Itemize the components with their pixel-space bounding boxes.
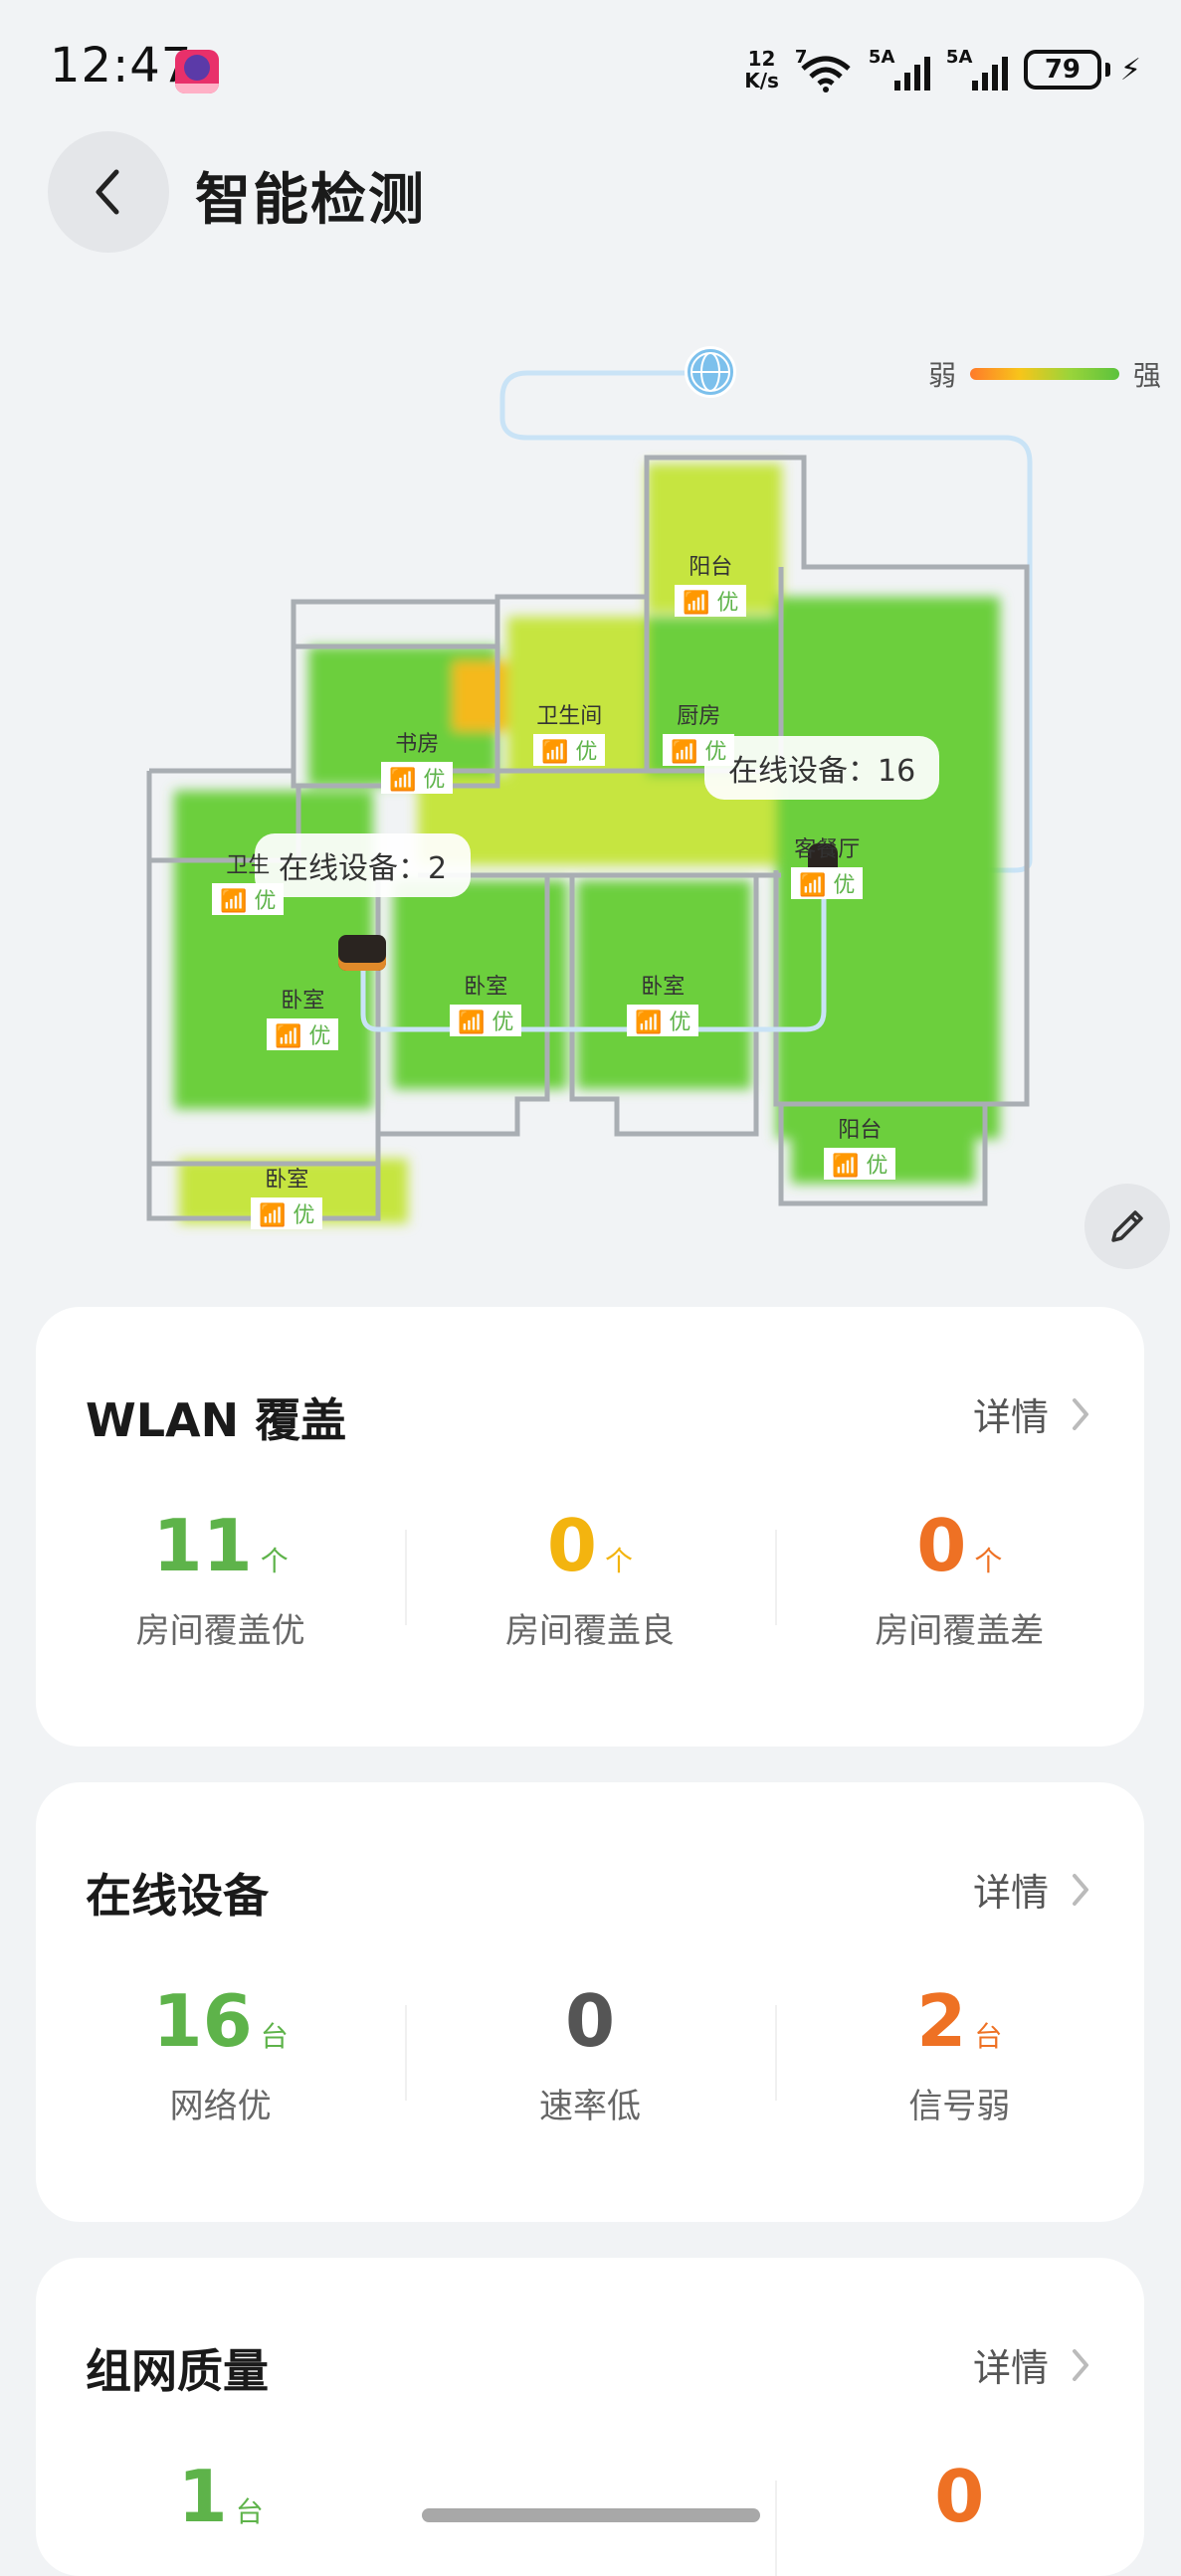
room-label-bedroom-4: 卧室 📶 优 <box>251 1162 323 1229</box>
stat-value: 16 <box>152 1979 253 2063</box>
stat-label: 房间覆盖差 <box>875 1611 1045 1651</box>
stat-label: 房间覆盖优 <box>135 1611 305 1651</box>
status-icons: 12 K/s 7 5A 5A 79 ⚡ <box>744 44 1141 95</box>
room-label-bathroom-2: 卫生 📶 优 <box>212 847 285 915</box>
signal-tag-1: 5A <box>868 47 895 68</box>
stat-label: 房间覆盖良 <box>504 1611 675 1651</box>
stats-row: 1台 0 0 <box>36 2455 1144 2576</box>
detail-label: 详情 <box>972 1395 1049 1439</box>
stat-item[interactable]: 1台 <box>36 2457 405 2536</box>
pencil-icon <box>1111 1210 1143 1242</box>
home-indicator[interactable] <box>422 2508 760 2522</box>
router-icon[interactable] <box>338 935 386 971</box>
chevron-right-icon <box>1073 1873 1088 1906</box>
room-label-balcony-bottom: 阳台 📶 优 <box>824 1112 896 1180</box>
wifi-heatmap[interactable]: 弱 强 在线设备：16 在线设备：2 阳台 📶 优 书房 📶 优 卫生间 📶 优… <box>0 278 1181 1273</box>
callout-text: 在线设备：16 <box>728 754 916 789</box>
signal-badge: 📶 优 <box>627 1005 699 1036</box>
battery-cap <box>1104 63 1110 77</box>
stat-item[interactable]: 2台 信号弱 <box>774 1979 1144 2127</box>
stat-label: 网络优 <box>169 2087 272 2126</box>
net-speed-unit: K/s <box>744 69 779 92</box>
detail-label: 详情 <box>972 1871 1049 1915</box>
floor-plan <box>146 370 1033 1223</box>
signal-badge: 📶 优 <box>663 734 735 766</box>
stat-value: 0 <box>916 1504 967 1587</box>
signal-badge: 📶 优 <box>791 867 864 899</box>
detail-link[interactable]: 详情 <box>973 1386 1092 1441</box>
stat-value: 0 <box>546 1504 598 1587</box>
room-label-living: 客餐厅 📶 优 <box>791 831 864 899</box>
status-time: 12:47 <box>50 38 193 93</box>
detail-label: 详情 <box>972 2346 1049 2390</box>
wifi-icon: 7 <box>795 47 853 92</box>
card-title: 在线设备 <box>86 1869 269 1923</box>
signal-badge: 📶 优 <box>824 1148 896 1180</box>
card-title: WLAN 覆盖 <box>86 1393 347 1447</box>
detail-link[interactable]: 详情 <box>973 1862 1092 1917</box>
online-devices-card: 在线设备 详情 16 台 网络优 0 速率低 2台 信号弱 <box>36 1782 1144 2222</box>
signal-badge: 📶 优 <box>212 883 285 915</box>
signal-icon-2: 5A <box>946 47 1008 92</box>
stat-value: 0 <box>564 1979 616 2063</box>
net-speed: 12 K/s <box>744 48 779 92</box>
page-title: 智能检测 <box>195 168 426 233</box>
callout-text: 在线设备：2 <box>279 851 448 886</box>
room-label-balcony-top: 阳台 📶 优 <box>675 549 747 617</box>
stat-item[interactable]: 0 速率低 <box>405 1981 774 2127</box>
stat-unit: 台 <box>235 2495 264 2528</box>
stat-label: 信号弱 <box>908 2087 1011 2126</box>
signal-tag-2: 5A <box>945 47 973 68</box>
wlan-coverage-card: WLAN 覆盖 详情 11 个 房间覆盖优 0个 房间覆盖良 0个 房间覆盖差 <box>36 1307 1144 1747</box>
device-callout-main[interactable]: 在线设备：16 <box>704 736 940 800</box>
battery-level: 79 <box>1044 55 1082 85</box>
chevron-right-icon <box>1073 1397 1088 1430</box>
card-title: 组网质量 <box>86 2344 269 2398</box>
stat-value: 0 <box>934 2455 985 2538</box>
stat-unit: 个 <box>260 1545 289 1577</box>
signal-badge: 📶 优 <box>381 762 454 794</box>
app-badge-icon <box>175 50 219 93</box>
chevron-right-icon <box>1073 2348 1088 2381</box>
stat-unit: 台 <box>974 2020 1003 2053</box>
signal-badge: 📶 优 <box>251 1197 323 1229</box>
room-label-bathroom: 卫生间 📶 优 <box>533 698 606 766</box>
stat-unit: 台 <box>260 2020 289 2053</box>
back-button[interactable] <box>48 131 169 253</box>
room-label-study: 书房 📶 优 <box>381 726 454 794</box>
signal-badge: 📶 优 <box>675 585 747 617</box>
stat-value: 11 <box>152 1504 253 1587</box>
room-label-bedroom-3: 卧室 📶 优 <box>627 969 699 1036</box>
stat-item[interactable]: 16 台 网络优 <box>36 1981 405 2127</box>
stat-unit: 个 <box>974 1545 1003 1577</box>
chevron-left-icon <box>96 169 119 215</box>
stat-item[interactable]: 11 个 房间覆盖优 <box>36 1506 405 1652</box>
signal-icon: 5A <box>869 47 930 92</box>
detail-link[interactable]: 详情 <box>973 2337 1092 2392</box>
room-label-kitchen: 厨房 📶 优 <box>663 698 735 766</box>
stat-label: 速率低 <box>538 2087 641 2126</box>
network-quality-card: 组网质量 详情 1台 0 0 <box>36 2258 1144 2576</box>
stat-value: 1 <box>177 2455 228 2538</box>
battery-icon: 79 <box>1023 50 1101 90</box>
signal-badge: 📶 优 <box>267 1018 339 1050</box>
status-bar: 12:47 12 K/s 7 5A 5A 79 ⚡ <box>0 0 1181 139</box>
net-speed-value: 12 <box>747 47 776 71</box>
stat-item[interactable]: 0个 房间覆盖良 <box>405 1506 774 1652</box>
stat-value: 2 <box>916 1979 967 2063</box>
stats-row: 16 台 网络优 0 速率低 2台 信号弱 <box>36 1981 1144 2127</box>
device-callout-secondary[interactable]: 在线设备：2 <box>255 833 472 897</box>
room-label-bedroom-1: 卧室 📶 优 <box>267 983 339 1050</box>
charging-icon: ⚡ <box>1119 52 1141 88</box>
stat-item[interactable]: 0个 房间覆盖差 <box>774 1504 1144 1652</box>
globe-icon <box>685 346 736 398</box>
stats-row: 11 个 房间覆盖优 0个 房间覆盖良 0个 房间覆盖差 <box>36 1506 1144 1652</box>
stat-item[interactable]: 0 <box>774 2455 1144 2576</box>
signal-badge: 📶 优 <box>533 734 606 766</box>
signal-badge: 📶 优 <box>450 1005 522 1036</box>
room-label-bedroom-2: 卧室 📶 优 <box>450 969 522 1036</box>
edit-map-button[interactable] <box>1084 1184 1170 1269</box>
stat-unit: 个 <box>605 1545 634 1577</box>
